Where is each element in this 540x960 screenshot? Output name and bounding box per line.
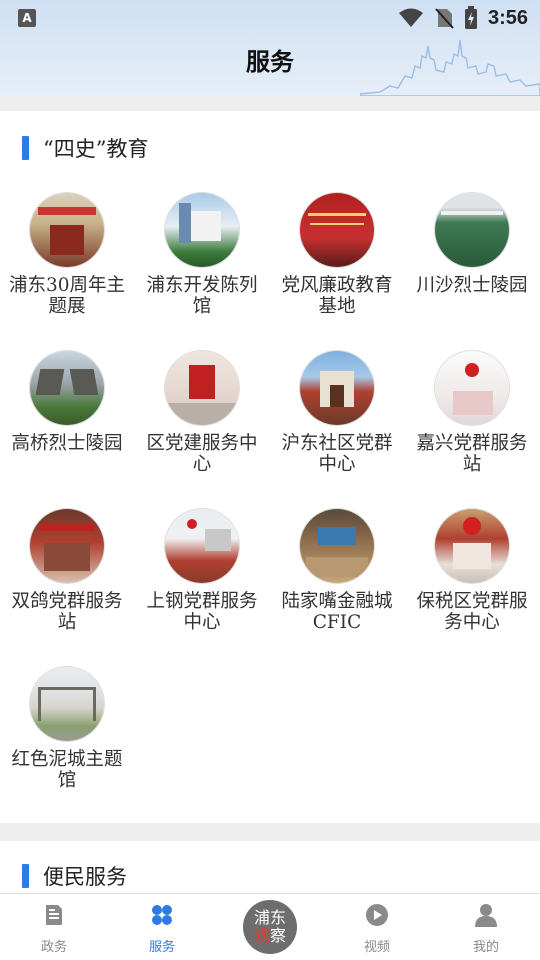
pudong-observer-logo-button[interactable]: 浦东 观察: [243, 900, 297, 954]
venue-label: 高桥烈士陵园: [11, 433, 123, 454]
venue-label: 浦东30周年主题展: [8, 275, 126, 317]
venue-label: 党风廉政教育基地: [281, 275, 393, 317]
service-center-photo-icon: [165, 509, 239, 583]
section-accent-bar: [22, 864, 29, 888]
finance-city-photo-icon: [300, 509, 374, 583]
community-center-photo-icon: [300, 351, 374, 425]
nav-tab-mine[interactable]: 我的: [446, 902, 526, 955]
service-center-photo-icon: [435, 509, 509, 583]
venue-item[interactable]: 红色泥城主题馆: [2, 667, 132, 791]
nav-tab-video[interactable]: 视频: [337, 902, 417, 955]
logo-text-red: 观: [253, 926, 270, 945]
grid-icon: [152, 905, 172, 925]
venue-label: 区党建服务中心: [146, 433, 258, 475]
venue-item[interactable]: 嘉兴党群服务站: [407, 351, 537, 475]
venue-item[interactable]: 上钢党群服务中心: [137, 509, 267, 633]
venue-label: 沪东社区党群中心: [281, 433, 393, 475]
venue-label: 嘉兴党群服务站: [416, 433, 528, 475]
convenience-service-section: 便民服务: [0, 841, 540, 901]
venue-label: 陆家嘴金融城CFIC: [281, 591, 393, 633]
venue-item[interactable]: 双鸽党群服务站: [2, 509, 132, 633]
venue-label: 川沙烈士陵园: [416, 275, 528, 296]
venue-label: 双鸽党群服务站: [11, 591, 123, 633]
person-icon: [475, 904, 497, 927]
header: A 3:56 服务: [0, 0, 540, 96]
wifi-icon: [398, 8, 423, 27]
venue-label: 浦东开发陈列馆: [146, 275, 258, 317]
logo-text-top: 浦东: [253, 908, 286, 927]
venue-item[interactable]: 浦东开发陈列馆: [137, 193, 267, 317]
section-accent-bar: [22, 136, 29, 160]
venue-item[interactable]: 高桥烈士陵园: [2, 351, 132, 454]
service-station-photo-icon: [435, 351, 509, 425]
cemetery-photo-icon: [435, 193, 509, 267]
section-header: 便民服务: [22, 863, 127, 889]
venue-item[interactable]: 陆家嘴金融城CFIC: [272, 509, 402, 633]
venue-label: 红色泥城主题馆: [11, 749, 123, 791]
nav-tab-government[interactable]: 政务: [14, 902, 94, 955]
nav-label: 我的: [472, 940, 499, 955]
battery-charging-icon: [464, 6, 477, 29]
exhibition-photo-icon: [30, 193, 104, 267]
status-time: 3:56: [487, 6, 528, 29]
venue-item[interactable]: 沪东社区党群中心: [272, 351, 402, 475]
document-icon: [46, 905, 62, 925]
section-title: 便民服务: [43, 865, 127, 889]
venue-label: 保税区党群服务中心: [416, 591, 528, 633]
theme-hall-photo-icon: [30, 667, 104, 741]
status-icons: 3:56: [398, 4, 528, 32]
status-bar: A 3:56: [0, 0, 540, 36]
page-title: 服务: [246, 48, 294, 76]
nav-label: 服务: [148, 940, 175, 955]
service-center-photo-icon: [165, 351, 239, 425]
bottom-navigation: 政务 服务 浦东 观察 视频 我的: [0, 893, 540, 960]
nav-label: 政务: [40, 940, 67, 955]
venue-item[interactable]: 区党建服务中心: [137, 351, 267, 475]
venue-item[interactable]: 浦东30周年主题展: [2, 193, 132, 317]
nav-label: 视频: [363, 940, 390, 955]
venue-item[interactable]: 保税区党群服务中心: [407, 509, 537, 633]
section-title: “四史”教育: [43, 137, 149, 161]
memorial-photo-icon: [30, 351, 104, 425]
play-icon: [366, 904, 388, 926]
venue-item[interactable]: 川沙烈士陵园: [407, 193, 537, 296]
history-education-section: “四史”教育 浦东30周年主题展 浦东开发陈列馆 党风廉政教育基地 川沙烈士陵园…: [0, 111, 540, 823]
venue-label: 上钢党群服务中心: [146, 591, 258, 633]
service-station-photo-icon: [30, 509, 104, 583]
education-base-photo-icon: [300, 193, 374, 267]
notification-a-icon: A: [18, 9, 36, 27]
museum-photo-icon: [165, 193, 239, 267]
nav-tab-service[interactable]: 服务: [122, 902, 202, 955]
no-sim-icon: [435, 8, 454, 29]
section-header: “四史”教育: [22, 135, 148, 161]
venue-item[interactable]: 党风廉政教育基地: [272, 193, 402, 317]
logo-text-bottom: 察: [270, 926, 287, 945]
